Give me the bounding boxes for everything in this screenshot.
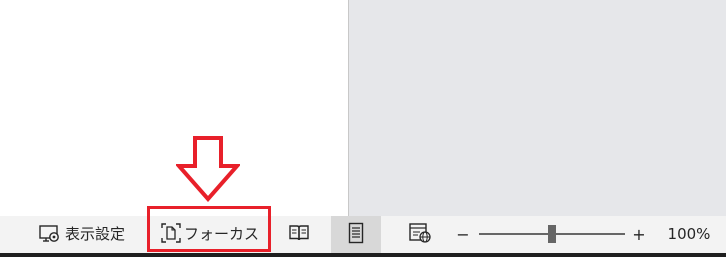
minus-icon: −: [456, 225, 470, 244]
focus-button[interactable]: フォーカス: [156, 216, 264, 253]
display-settings-label: 表示設定: [65, 225, 126, 243]
document-page[interactable]: [0, 0, 348, 216]
plus-icon: +: [632, 225, 646, 244]
book-icon: [288, 223, 310, 247]
zoom-level-label: 100%: [667, 225, 711, 243]
print-layout-button[interactable]: [331, 216, 381, 253]
zoom-slider-thumb[interactable]: [548, 225, 556, 243]
focus-icon: [160, 222, 182, 248]
page-icon: [347, 222, 365, 248]
document-workspace-background: [349, 0, 726, 216]
zoom-slider[interactable]: [479, 225, 625, 243]
read-mode-button[interactable]: [282, 216, 316, 253]
focus-label: フォーカス: [184, 225, 260, 243]
display-settings-button[interactable]: 表示設定: [38, 216, 144, 253]
display-settings-icon: [38, 223, 62, 247]
taskbar-edge: [0, 253, 726, 257]
zoom-in-button[interactable]: +: [628, 216, 650, 253]
web-layout-button[interactable]: [400, 216, 440, 253]
zoom-level-button[interactable]: 100%: [656, 216, 722, 253]
zoom-out-button[interactable]: −: [452, 216, 474, 253]
web-layout-icon: [408, 222, 432, 248]
